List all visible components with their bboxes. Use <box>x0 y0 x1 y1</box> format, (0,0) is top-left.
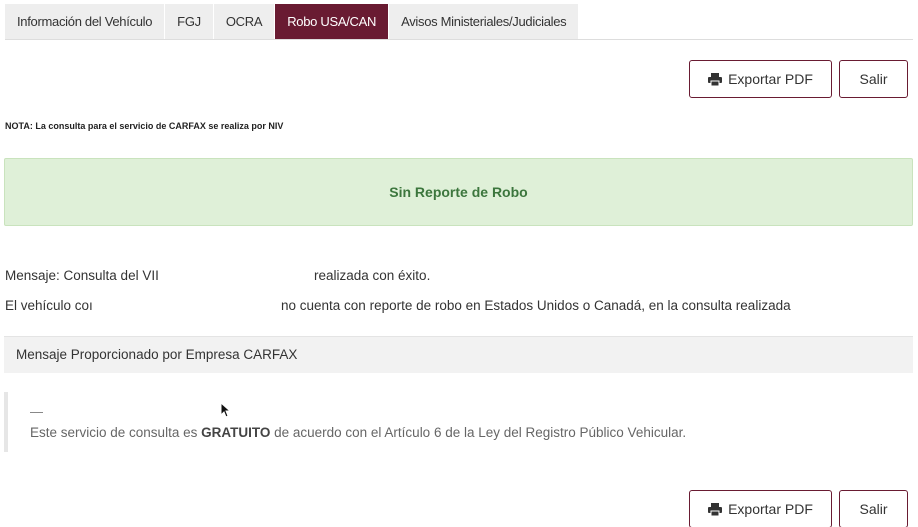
mensaje-line-2: El vehículo coı <box>5 298 93 313</box>
salir-label: Salir <box>859 501 888 517</box>
mensaje-line-2-suffix: no cuenta con reporte de robo en Estados… <box>281 298 791 313</box>
quote-text-after: de acuerdo con el Artículo 6 de la Ley d… <box>270 425 687 440</box>
status-alert: Sin Reporte de Robo <box>4 158 913 226</box>
quote-text-before: Este servicio de consulta es <box>30 425 202 440</box>
quote-dash: — <box>30 404 43 419</box>
tab-robo-usa-can[interactable]: Robo USA/CAN <box>275 4 389 39</box>
alert-text: Sin Reporte de Robo <box>389 184 528 200</box>
tab-ocra[interactable]: OCRA <box>213 4 275 39</box>
mensaje-line-1-prefix: Mensaje: Consulta del VII <box>5 268 159 283</box>
mouse-cursor-icon <box>220 402 231 418</box>
salir-button-bottom[interactable]: Salir <box>839 490 908 527</box>
tab-avisos-ministeriales[interactable]: Avisos Ministeriales/Judiciales <box>389 4 579 39</box>
quote-text: Este servicio de consulta es GRATUITO de… <box>30 425 686 440</box>
tab-fgj[interactable]: FGJ <box>165 4 213 39</box>
tab-bar: Información del Vehículo FGJ OCRA Robo U… <box>5 4 913 40</box>
print-icon <box>708 72 723 86</box>
export-pdf-button-top[interactable]: Exportar PDF <box>689 60 832 98</box>
mensaje-line-2-prefix: El vehículo coı <box>5 298 93 313</box>
export-pdf-label: Exportar PDF <box>728 71 813 87</box>
mensaje-line-1-suffix: realizada con éxito. <box>314 268 431 283</box>
panel-heading: Mensaje Proporcionado por Empresa CARFAX <box>4 336 913 373</box>
mensaje-line-1: Mensaje: Consulta del VII <box>5 268 159 283</box>
export-pdf-label: Exportar PDF <box>728 501 813 517</box>
quote-text-bold: GRATUITO <box>201 425 271 440</box>
print-icon <box>708 502 723 516</box>
salir-button-top[interactable]: Salir <box>839 60 908 98</box>
export-pdf-button-bottom[interactable]: Exportar PDF <box>689 490 832 527</box>
nota-text: NOTA: La consulta para el servicio de CA… <box>5 121 284 131</box>
tab-informacion-vehiculo[interactable]: Información del Vehículo <box>5 4 165 39</box>
carfax-quote: — Este servicio de consulta es GRATUITO … <box>4 392 913 452</box>
salir-label: Salir <box>859 71 888 87</box>
